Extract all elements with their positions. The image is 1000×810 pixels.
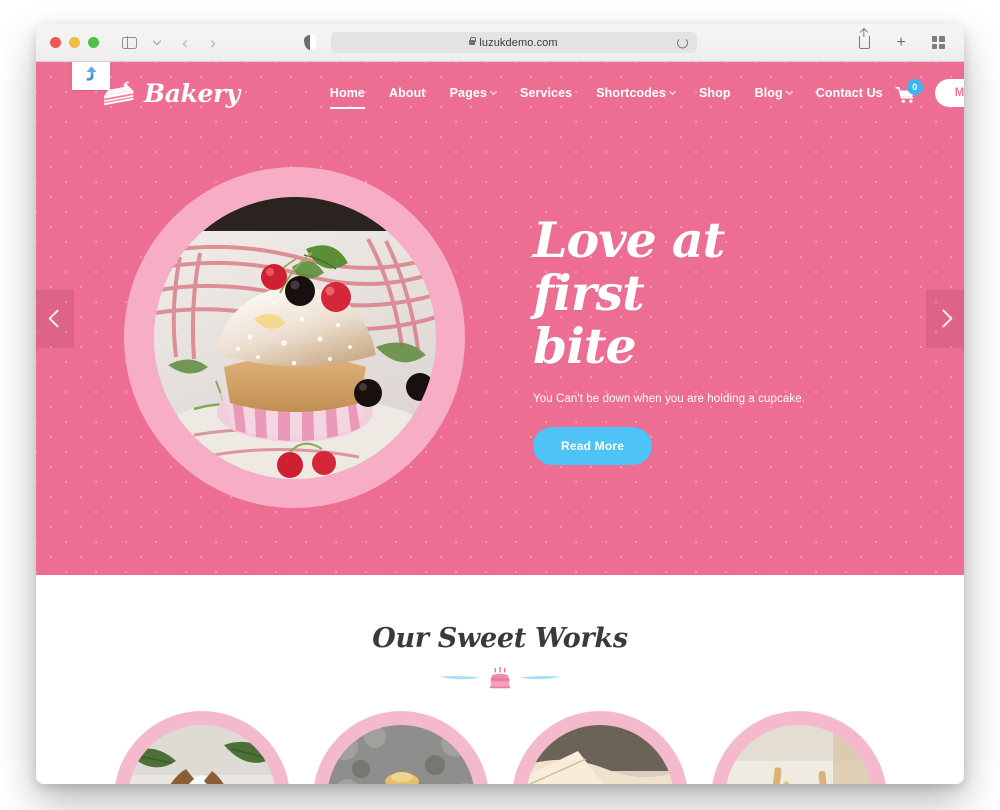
menu-item-blog-label: Blog xyxy=(754,86,783,100)
divider-line-right-icon xyxy=(519,675,561,679)
plugin-badge[interactable] xyxy=(72,62,110,90)
blue-upload-arrow-icon xyxy=(86,65,96,81)
brand-name: Bakery xyxy=(144,78,240,108)
plus-icon: + xyxy=(896,33,906,51)
brand-logo[interactable]: Bakery xyxy=(98,79,240,107)
page-viewport: Bakery Home About Pages Services Shortco… xyxy=(36,62,964,784)
menu-item-services[interactable]: Services xyxy=(508,80,584,106)
slider-prev-button[interactable] xyxy=(36,289,74,348)
menu-item-home[interactable]: Home xyxy=(318,80,377,109)
site-navigation: Bakery Home About Pages Services Shortco… xyxy=(36,62,964,124)
menu-item-pages-label: Pages xyxy=(449,86,487,100)
sweet-works-section: Our Sweet Works xyxy=(36,575,964,784)
back-button[interactable]: ‹ xyxy=(173,31,197,55)
sidebar-icon xyxy=(121,36,137,49)
menu-item-contact-us[interactable]: Contact Us xyxy=(804,80,895,106)
menu-item-services-label: Services xyxy=(519,86,573,100)
white-cake-photo xyxy=(127,725,276,784)
main-menu: Home About Pages Services Shortcodes Sho… xyxy=(318,80,895,109)
gallery-photo-1 xyxy=(127,725,276,784)
forward-arrow-icon: › xyxy=(210,33,216,52)
gallery-item[interactable] xyxy=(113,711,290,784)
traffic-lights xyxy=(50,37,99,48)
tab-overview-button[interactable] xyxy=(926,31,950,55)
hero-title: Love at first bite xyxy=(533,214,833,373)
new-tab-button[interactable]: + xyxy=(889,31,913,55)
chocolate-cake-photo xyxy=(326,725,475,784)
divider-line-left-icon xyxy=(439,675,481,679)
cupcake-illustration xyxy=(153,196,436,479)
address-bar[interactable]: luzukdemo.com xyxy=(330,32,697,53)
cream-puffs-photo xyxy=(724,725,873,784)
close-window-button[interactable] xyxy=(50,37,61,48)
gallery-photo-3 xyxy=(525,725,674,784)
chevron-left-icon xyxy=(47,309,67,328)
share-button[interactable] xyxy=(852,31,876,55)
menu-item-blog[interactable]: Blog xyxy=(743,80,804,106)
menu-item-shop-label: Shop xyxy=(698,86,731,100)
nav-right-controls: 0 My Account xyxy=(895,79,964,107)
toolbar-left-controls: ‹ › xyxy=(117,31,225,55)
hero-section: Bakery Home About Pages Services Shortco… xyxy=(36,62,964,575)
reload-icon[interactable] xyxy=(676,37,688,48)
menu-item-home-label: Home xyxy=(329,86,365,100)
chevron-down-icon xyxy=(785,87,793,96)
section-divider xyxy=(36,667,964,689)
share-icon xyxy=(858,36,870,49)
hero-text-block: Love at first bite You Can't be down whe… xyxy=(533,214,833,465)
sidebar-options-button[interactable] xyxy=(145,31,169,55)
menu-item-shortcodes[interactable]: Shortcodes xyxy=(584,80,687,106)
menu-item-about-label: About xyxy=(389,86,426,100)
back-arrow-icon: ‹ xyxy=(182,33,188,52)
gallery-photo-4 xyxy=(724,725,873,784)
menu-item-contact-us-label: Contact Us xyxy=(815,86,883,100)
menu-item-pages[interactable]: Pages xyxy=(438,80,508,106)
hero-subtitle: You Can't be down when you are holding a… xyxy=(533,392,805,405)
gallery-item[interactable] xyxy=(710,711,887,784)
my-account-button[interactable]: My Account xyxy=(934,79,964,107)
section-heading: Our Sweet Works xyxy=(372,623,628,654)
cart-button[interactable]: 0 xyxy=(895,79,923,104)
hero-title-line1: Love at first xyxy=(533,211,725,323)
birthday-cake-icon xyxy=(489,667,511,689)
hero-title-line2: bite xyxy=(533,316,637,375)
hero-image-ring xyxy=(124,167,465,508)
forward-button[interactable]: › xyxy=(201,31,225,55)
maximize-window-button[interactable] xyxy=(88,37,99,48)
slider-next-button[interactable] xyxy=(926,289,964,348)
url-text: luzukdemo.com xyxy=(479,36,558,49)
chevron-down-icon xyxy=(489,87,497,96)
hero-body: Love at first bite You Can't be down whe… xyxy=(36,124,964,565)
chevron-right-icon xyxy=(933,309,953,328)
minimize-window-button[interactable] xyxy=(69,37,80,48)
layered-cream-cake-photo xyxy=(525,725,674,784)
menu-item-about[interactable]: About xyxy=(377,80,438,106)
menu-item-shortcodes-label: Shortcodes xyxy=(596,86,666,100)
browser-toolbar: ‹ › luzukdemo.com + xyxy=(36,24,964,62)
chevron-down-icon xyxy=(152,36,162,46)
cart-count-badge: 0 xyxy=(906,79,923,95)
gallery-photo-2 xyxy=(326,725,475,784)
reader-shield-icon[interactable] xyxy=(303,35,317,50)
works-gallery xyxy=(36,711,964,784)
read-more-button[interactable]: Read More xyxy=(533,426,653,465)
gallery-item[interactable] xyxy=(312,711,489,784)
hero-cupcake-photo xyxy=(153,196,436,479)
lock-icon xyxy=(469,36,477,45)
chevron-down-icon xyxy=(668,87,676,96)
tab-overview-icon xyxy=(931,36,945,49)
gallery-item[interactable] xyxy=(511,711,688,784)
sidebar-toggle-button[interactable] xyxy=(117,31,141,55)
toolbar-right-controls: + xyxy=(852,31,950,55)
menu-item-shop[interactable]: Shop xyxy=(687,80,743,106)
browser-window: ‹ › luzukdemo.com + Bakery Home About Pa… xyxy=(36,24,964,784)
